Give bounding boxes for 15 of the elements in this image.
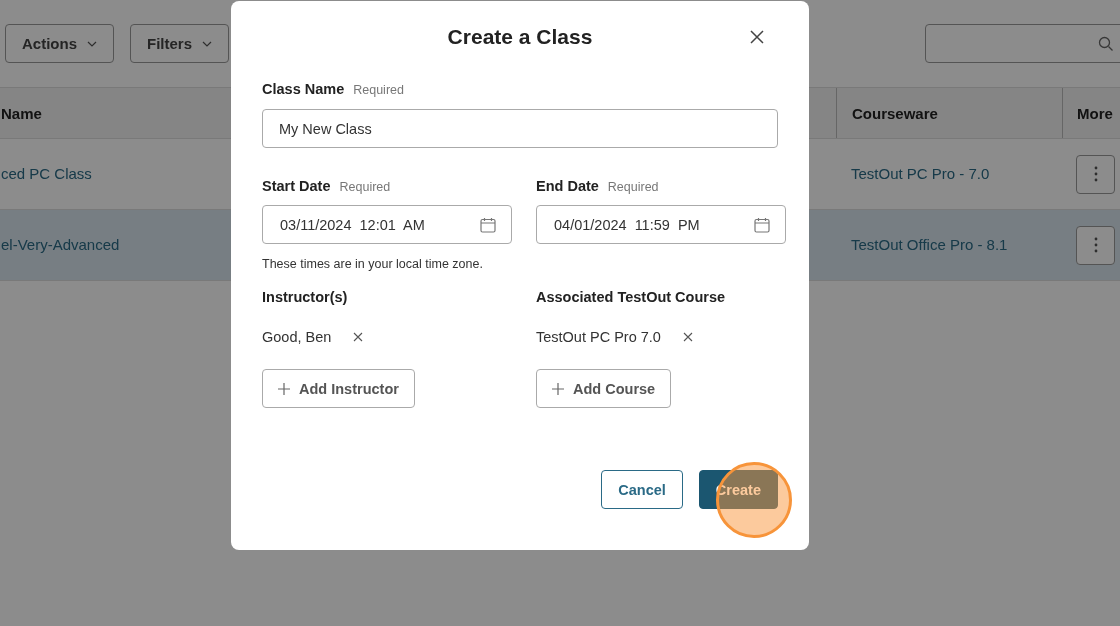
field-label: Start Date (262, 178, 331, 194)
selected-item: Good, Ben (262, 329, 332, 345)
section-label: Instructor(s) (262, 289, 349, 305)
field-label: Class Name (262, 81, 345, 97)
column-header: Courseware (852, 104, 938, 122)
required-note: Required (353, 83, 404, 97)
dialog-title: Create a Class (447, 25, 593, 49)
field-label: End Date (536, 178, 599, 194)
column-header: More (1077, 104, 1113, 122)
section-label: Associated TestOut Course (536, 289, 727, 305)
required-note: Required (607, 180, 659, 194)
selected-item: TestOut PC Pro 7.0 (536, 329, 661, 345)
required-note: Required (339, 180, 391, 194)
column-header: Name (1, 104, 42, 122)
hint-text: These times are in your local time zone. (262, 257, 484, 271)
